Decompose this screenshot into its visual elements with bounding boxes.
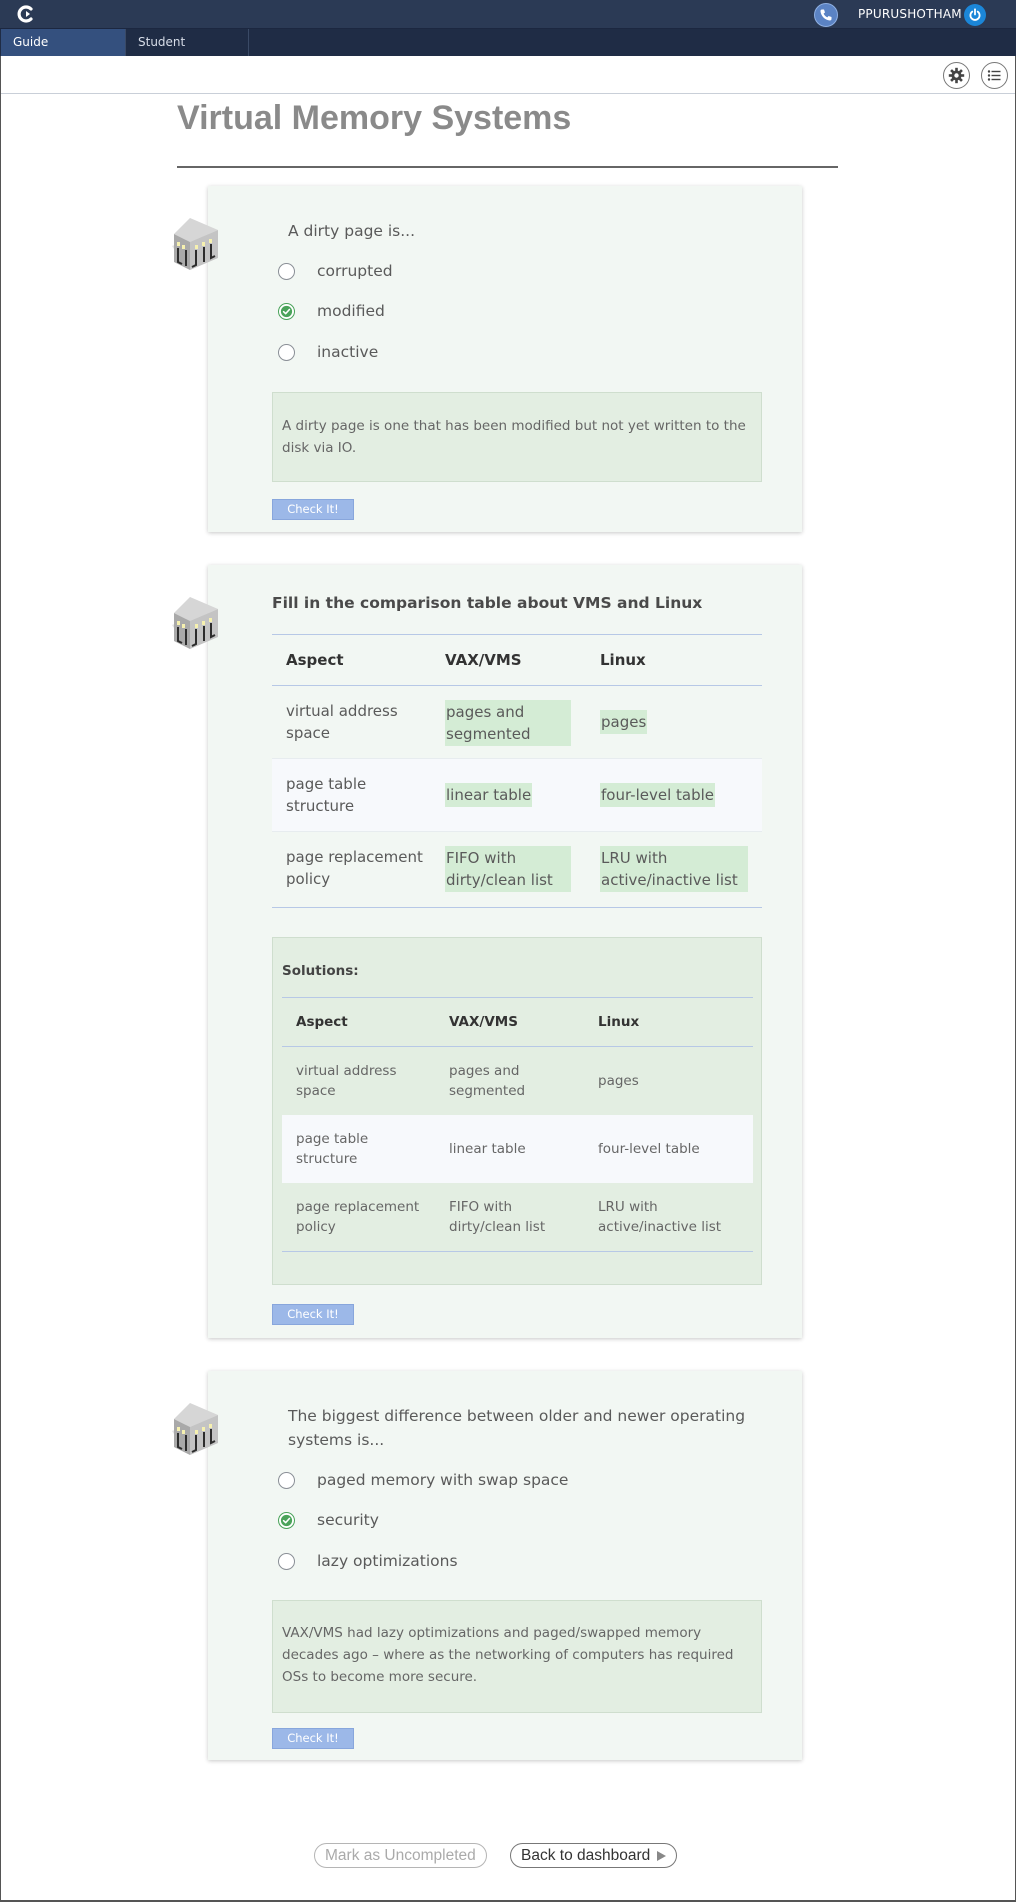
column-header-linux: Linux bbox=[598, 1014, 640, 1030]
checkmark-icon bbox=[280, 1514, 293, 1526]
server-rack-icon bbox=[172, 218, 218, 270]
solution-cell-linux: LRU with active/inactive list bbox=[598, 1199, 722, 1235]
table-row: page table structure linear table four-l… bbox=[282, 1115, 753, 1183]
server-rack-icon bbox=[172, 597, 218, 649]
table-task-title: Fill in the comparison table about VMS a… bbox=[272, 594, 703, 612]
answer-field-linux[interactable]: LRU with active/inactive list bbox=[600, 846, 748, 892]
option-inactive[interactable]: inactive bbox=[278, 341, 378, 363]
toolbar bbox=[1, 56, 1015, 94]
option-security[interactable]: security bbox=[278, 1509, 379, 1531]
fill-table-card: Fill in the comparison table about VMS a… bbox=[172, 565, 802, 1338]
aspect-cell: virtual address space bbox=[296, 1063, 397, 1099]
solution-cell-vms: pages and segmented bbox=[449, 1063, 526, 1099]
settings-button[interactable] bbox=[943, 62, 970, 89]
table-row: page replacement policy FIFO with dirty/… bbox=[282, 1183, 753, 1251]
solutions-box: Solutions: Aspect VAX/VMS Linux virtual … bbox=[272, 937, 762, 1285]
feedback-box: A dirty page is one that has been modifi… bbox=[272, 392, 762, 482]
mark-uncompleted-button[interactable]: Mark as Uncompleted bbox=[314, 1843, 487, 1868]
title-divider bbox=[177, 166, 838, 168]
option-label: paged memory with swap space bbox=[317, 1471, 569, 1489]
option-label: inactive bbox=[317, 343, 379, 361]
tab-student-feedback[interactable]: Student feedback bbox=[126, 29, 249, 76]
question-text: The biggest difference between older and… bbox=[288, 1407, 746, 1449]
tab-bar: Guide Student feedback bbox=[0, 29, 1016, 76]
question-card-dirty-page: A dirty page is... corrupted modified in… bbox=[172, 186, 802, 532]
answer-field-vms[interactable]: FIFO with dirty/clean list bbox=[445, 846, 571, 892]
username-label[interactable]: PPURUSHOTHAM bbox=[858, 0, 962, 29]
back-to-dashboard-button[interactable]: Back to dashboard bbox=[510, 1843, 678, 1868]
solution-cell-vms: FIFO with dirty/clean list bbox=[449, 1199, 546, 1235]
column-header-vms: VAX/VMS bbox=[445, 651, 522, 669]
option-label: security bbox=[317, 1511, 379, 1529]
column-header-aspect: Aspect bbox=[296, 1014, 348, 1030]
table-row: page table structure linear table four-l… bbox=[272, 759, 762, 832]
answer-field-linux[interactable]: pages bbox=[600, 710, 648, 734]
table-row: virtual address space pages and segmente… bbox=[272, 686, 762, 759]
aspect-cell: page replacement policy bbox=[296, 1199, 420, 1235]
radio-button[interactable] bbox=[278, 343, 295, 361]
aspect-cell: virtual address space bbox=[286, 702, 398, 742]
check-it-button[interactable]: Check It! bbox=[272, 1728, 354, 1749]
server-rack-icon bbox=[172, 1403, 218, 1455]
option-label: modified bbox=[317, 302, 385, 320]
check-it-button[interactable]: Check It! bbox=[272, 499, 354, 520]
tab-guide[interactable]: Guide bbox=[1, 29, 126, 56]
table-header-row: Aspect VAX/VMS Linux bbox=[272, 635, 762, 686]
question-card-os-difference: The biggest difference between older and… bbox=[172, 1371, 802, 1760]
aspect-cell: page replacement policy bbox=[286, 848, 423, 888]
answer-field-linux[interactable]: four-level table bbox=[600, 783, 716, 807]
column-header-linux: Linux bbox=[600, 651, 646, 669]
table-header-row: Aspect VAX/VMS Linux bbox=[282, 998, 753, 1047]
back-to-dashboard-label: Back to dashboard bbox=[521, 1847, 651, 1864]
page-title: Virtual Memory Systems bbox=[177, 99, 572, 137]
feedback-box: VAX/VMS had lazy optimizations and paged… bbox=[272, 1600, 762, 1713]
option-corrupted[interactable]: corrupted bbox=[278, 260, 393, 282]
solutions-label: Solutions: bbox=[282, 963, 359, 979]
option-lazy-optimizations[interactable]: lazy optimizations bbox=[278, 1550, 458, 1572]
comparison-table: Aspect VAX/VMS Linux virtual address spa… bbox=[272, 634, 762, 908]
list-icon bbox=[987, 70, 1001, 81]
aspect-cell: page table structure bbox=[286, 775, 367, 815]
check-it-button[interactable]: Check It! bbox=[272, 1304, 354, 1325]
radio-button-checked[interactable] bbox=[278, 1511, 295, 1529]
radio-button-checked[interactable] bbox=[278, 302, 295, 320]
question-text: A dirty page is... bbox=[288, 222, 416, 240]
radio-button[interactable] bbox=[278, 1552, 295, 1570]
option-label: lazy optimizations bbox=[317, 1552, 458, 1570]
gear-icon bbox=[948, 67, 965, 84]
checkmark-icon bbox=[280, 305, 293, 317]
option-paged-memory[interactable]: paged memory with swap space bbox=[278, 1469, 568, 1491]
column-header-vms: VAX/VMS bbox=[449, 1014, 518, 1030]
option-modified[interactable]: modified bbox=[278, 300, 385, 322]
answer-field-vms[interactable]: linear table bbox=[445, 783, 533, 807]
aspect-cell: page table structure bbox=[296, 1131, 369, 1167]
solutions-table: Aspect VAX/VMS Linux virtual address spa… bbox=[282, 997, 753, 1252]
radio-button[interactable] bbox=[278, 262, 295, 280]
power-icon[interactable] bbox=[964, 4, 986, 26]
option-label: corrupted bbox=[317, 262, 393, 280]
frame-border-left bbox=[0, 56, 1, 1902]
phone-icon[interactable] bbox=[814, 3, 838, 27]
radio-button[interactable] bbox=[278, 1471, 295, 1489]
answer-field-vms[interactable]: pages and segmented bbox=[445, 700, 571, 746]
play-icon bbox=[657, 1851, 667, 1861]
solution-cell-linux: pages bbox=[598, 1073, 639, 1089]
menu-button[interactable] bbox=[981, 62, 1008, 89]
solution-cell-vms: linear table bbox=[449, 1141, 526, 1157]
table-row: virtual address space pages and segmente… bbox=[282, 1047, 753, 1115]
top-bar: PPURUSHOTHAM bbox=[0, 0, 1016, 29]
solution-cell-linux: four-level table bbox=[598, 1141, 700, 1157]
logo-c-icon[interactable] bbox=[16, 4, 36, 24]
column-header-aspect: Aspect bbox=[286, 651, 344, 669]
table-row: page replacement policy FIFO with dirty/… bbox=[272, 832, 762, 907]
